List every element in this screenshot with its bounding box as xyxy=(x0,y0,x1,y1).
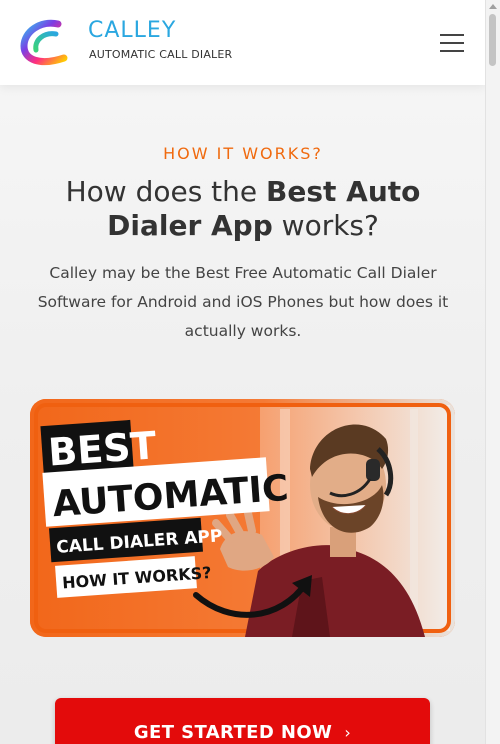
brand-tagline: AUTOMATIC CALL DIALER xyxy=(89,48,233,61)
site-header: CALLEY AUTOMATIC CALL DIALER xyxy=(0,0,486,85)
get-started-text: GET STARTED NOW xyxy=(133,722,333,743)
chevron-right-icon: › xyxy=(344,723,352,742)
get-started-label: GET STARTED NOW › xyxy=(55,722,430,743)
brand-name[interactable]: CALLEY xyxy=(88,20,176,42)
menu-bar xyxy=(440,50,464,52)
page: CALLEY AUTOMATIC CALL DIALER HOW IT WORK… xyxy=(0,0,500,744)
menu-bar xyxy=(440,42,464,44)
page-scrollbar[interactable] xyxy=(485,0,500,744)
headline-part-1: How does the xyxy=(65,175,267,208)
hamburger-menu-icon[interactable] xyxy=(440,34,464,52)
scroll-up-arrow-icon[interactable] xyxy=(489,4,497,9)
section-lead: Calley may be the Best Free Automatic Ca… xyxy=(37,264,449,340)
headline-part-2: works? xyxy=(272,209,379,242)
hero-image: BEST AUTOMATIC CALL DIALER APP HOW IT WO… xyxy=(30,399,455,637)
section-eyebrow: HOW IT WORKS? xyxy=(163,144,323,163)
scroll-thumb[interactable] xyxy=(489,14,496,66)
calley-logo-icon[interactable] xyxy=(18,18,70,68)
hero-illustration: BEST AUTOMATIC CALL DIALER APP HOW IT WO… xyxy=(30,399,455,637)
get-started-button[interactable]: GET STARTED NOW › xyxy=(55,698,430,744)
menu-bar xyxy=(440,34,464,36)
section-headline: How does the Best Auto Dialer App works? xyxy=(20,175,466,243)
